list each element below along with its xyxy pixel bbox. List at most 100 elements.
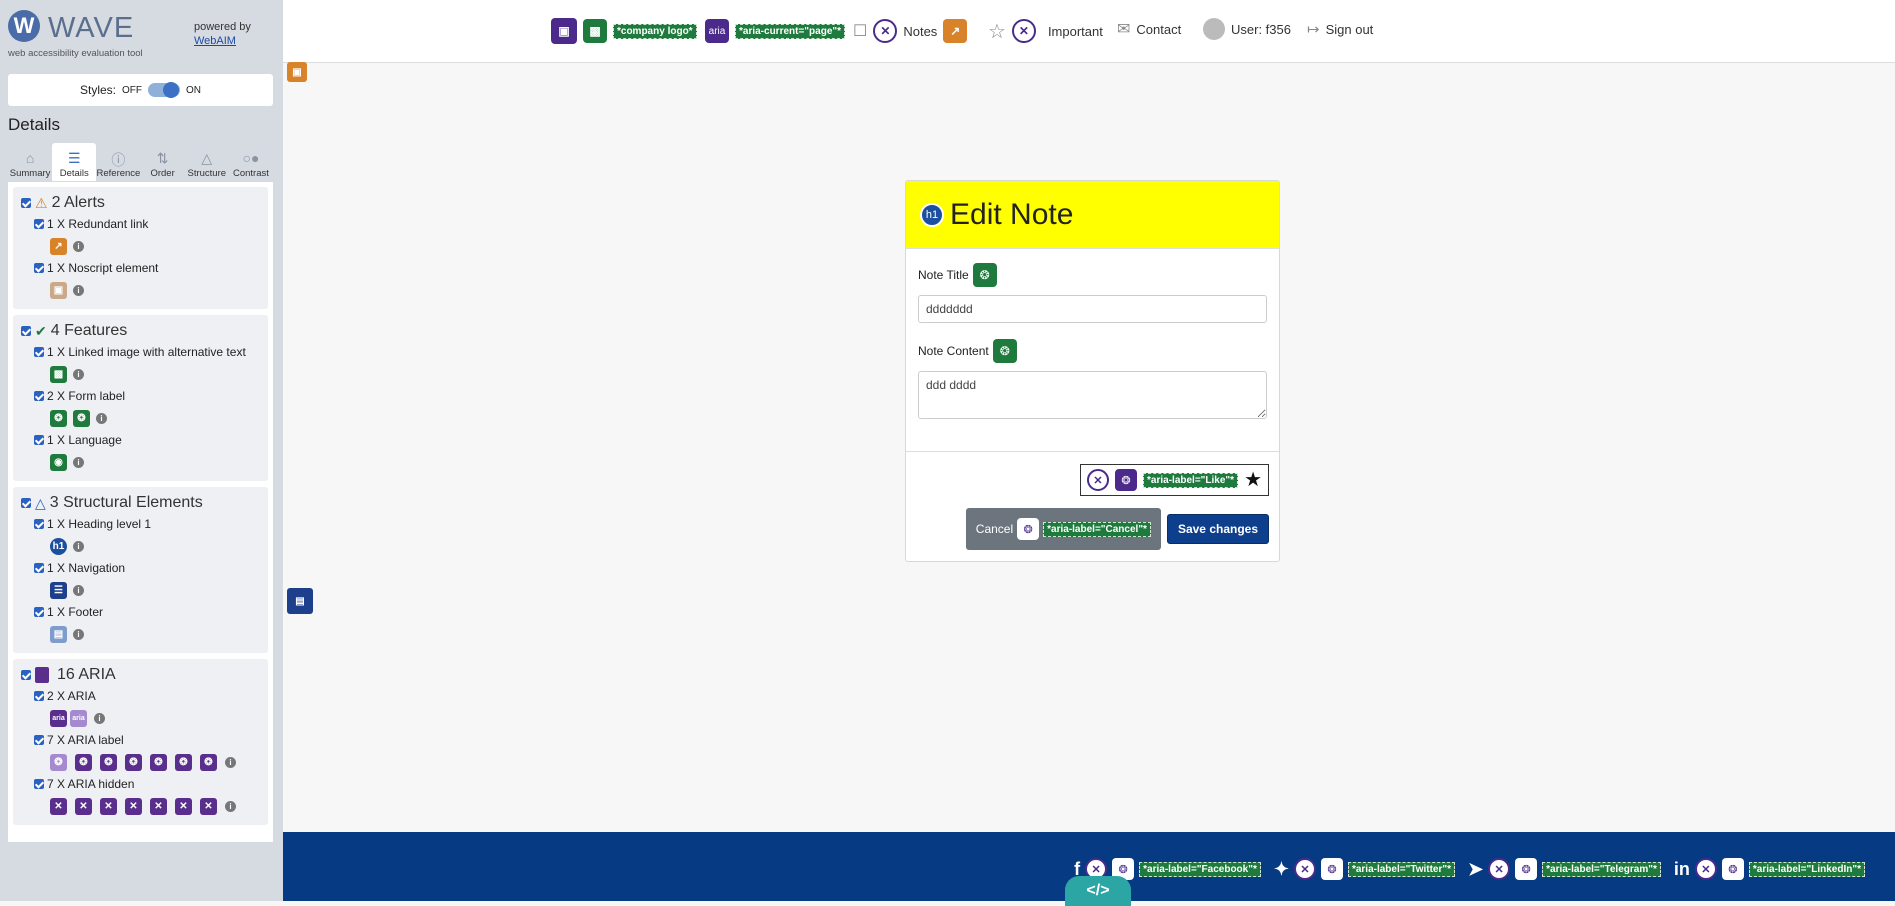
info-icon[interactable]: i xyxy=(225,800,236,812)
h1-icon[interactable]: h1 xyxy=(50,537,67,555)
noscript-icon[interactable]: ▣ xyxy=(50,281,67,299)
twitter-aria-tag: *aria-label="Twitter"* xyxy=(1347,861,1456,877)
nav-contact[interactable]: ✉ Contact xyxy=(1117,14,1181,44)
save-button[interactable]: Save changes xyxy=(1166,514,1269,544)
group-checkbox[interactable] xyxy=(21,670,31,680)
item-label: 1 X Heading level 1 xyxy=(47,517,152,531)
item-checkbox[interactable] xyxy=(34,519,44,529)
info-icon[interactable]: i xyxy=(73,540,84,552)
nav-sign-out-label: Sign out xyxy=(1325,21,1374,37)
aria-hidden-icon[interactable]: ✕ xyxy=(150,797,167,815)
info-icon[interactable]: i xyxy=(96,412,107,424)
info-icon[interactable]: i xyxy=(225,756,236,768)
item-checkbox[interactable] xyxy=(34,779,44,789)
aria-icon[interactable]: aria xyxy=(50,709,67,727)
aria-label-icon[interactable]: ❂ xyxy=(50,753,67,771)
language-icon[interactable]: ◉ xyxy=(50,453,67,471)
item-checkbox[interactable] xyxy=(34,263,44,273)
item-checkbox[interactable] xyxy=(34,735,44,745)
aria-hidden-icon[interactable]: ✕ xyxy=(125,797,142,815)
item-checkbox[interactable] xyxy=(34,607,44,617)
twitter-icon[interactable]: ✦ xyxy=(1274,859,1289,880)
card-header: h1 Edit Note xyxy=(906,181,1279,249)
form-label-icon: ❂ xyxy=(972,263,997,287)
aria-icon[interactable]: aria xyxy=(70,709,87,727)
note-title-label: Note Title xyxy=(918,268,969,282)
aria-label-icon[interactable]: ❂ xyxy=(150,753,167,771)
form-label-icon[interactable]: ❂ xyxy=(73,409,90,427)
styles-toggle[interactable] xyxy=(148,82,180,98)
aria-current-marker: aria *aria-current="page"* xyxy=(705,16,846,46)
note-title-input[interactable] xyxy=(918,295,1267,323)
item-checkbox[interactable] xyxy=(34,691,44,701)
aria-label-icon[interactable]: ❂ xyxy=(100,753,117,771)
alert-icon: ⚠ xyxy=(35,194,48,211)
group-title: 3 Structural Elements xyxy=(49,494,203,511)
info-icon[interactable]: i xyxy=(73,240,84,252)
aria-label-icon[interactable]: ❂ xyxy=(175,753,192,771)
aria-hidden-icon[interactable]: ✕ xyxy=(175,797,192,815)
tab-summary[interactable]: ⌂ Summary xyxy=(8,143,52,181)
linkedin-icon[interactable]: in xyxy=(1674,859,1690,880)
aria-label-icon[interactable]: ❂ xyxy=(125,753,142,771)
nav-notes[interactable]: ☐ ✕ Notes ↗ xyxy=(853,16,968,46)
group-checkbox[interactable] xyxy=(21,498,31,508)
facebook-aria-tag: *aria-label="Facebook"* xyxy=(1139,861,1261,877)
cancel-button[interactable]: Cancel ❂ *aria-label="Cancel"* xyxy=(965,508,1161,550)
list-item: 1 X Language ◉ i xyxy=(34,431,264,475)
linked-image-icon: ▩ xyxy=(583,19,607,43)
tab-label: Summary xyxy=(9,168,51,179)
star-icon: ★ xyxy=(1244,469,1262,491)
note-content-textarea[interactable]: ddd dddd xyxy=(918,371,1267,419)
item-checkbox[interactable] xyxy=(34,435,44,445)
tab-order[interactable]: ⇅ Order xyxy=(141,143,185,181)
nav-important[interactable]: ☆ ✕ Important xyxy=(988,16,1103,46)
aria-hidden-icon[interactable]: ✕ xyxy=(100,797,117,815)
nav-sign-out[interactable]: ↦ Sign out xyxy=(1307,14,1373,44)
redundant-link-icon[interactable]: ↗ xyxy=(50,237,67,255)
item-label: 1 X Footer xyxy=(47,605,104,619)
telegram-icon[interactable]: ➤ xyxy=(1468,859,1483,880)
list-item: 1 X Navigation ☰ i xyxy=(34,559,264,603)
item-checkbox[interactable] xyxy=(34,391,44,401)
group-title: 16 ARIA xyxy=(57,666,116,683)
noscript-icon[interactable]: ▣ xyxy=(287,62,307,82)
card-footer: ✕ ❂ *aria-label="Like"* ★ Cancel ❂ *aria… xyxy=(906,451,1279,550)
aria-hidden-icon[interactable]: ✕ xyxy=(50,797,67,815)
like-button[interactable]: ✕ ❂ *aria-label="Like"* ★ xyxy=(1080,464,1269,496)
group-checkbox[interactable] xyxy=(21,326,31,336)
list-item: 1 X Redundant link ↗ i xyxy=(34,215,264,259)
info-icon[interactable]: i xyxy=(94,712,105,724)
footer-icon[interactable]: ▤ xyxy=(287,588,313,614)
form-label-icon[interactable]: ❂ xyxy=(50,409,67,427)
aria-hidden-icon[interactable]: ✕ xyxy=(200,797,217,815)
info-icon[interactable]: i xyxy=(73,284,84,296)
code-toggle-button[interactable]: </> xyxy=(1065,876,1131,906)
webaim-link[interactable]: WebAIM xyxy=(194,35,236,47)
group-checkbox[interactable] xyxy=(21,198,31,208)
item-checkbox[interactable] xyxy=(34,347,44,357)
list-item: 2 X ARIA aria aria i xyxy=(34,687,264,731)
linked-image-icon[interactable]: ▩ xyxy=(50,365,67,383)
page-main: ▣ ▩ *company logo* aria *aria-current="p… xyxy=(283,0,1895,906)
tab-structure[interactable]: △ Structure xyxy=(185,143,229,181)
company-logo-link[interactable]: ▣ ▩ *company logo* xyxy=(551,16,697,46)
info-icon[interactable]: i xyxy=(73,584,84,596)
tab-contrast[interactable]: ○● Contrast xyxy=(229,143,273,181)
tab-reference[interactable]: ⓘ Reference xyxy=(96,143,141,181)
info-icon[interactable]: i xyxy=(73,368,84,380)
footer-icon[interactable]: ▤ xyxy=(50,625,67,643)
navigation-icon[interactable]: ☰ xyxy=(50,581,67,599)
contrast-icon: ○● xyxy=(242,150,260,166)
redundant-link-icon: ↗ xyxy=(943,19,968,43)
item-checkbox[interactable] xyxy=(34,219,44,229)
info-icon[interactable]: i xyxy=(73,628,84,640)
aria-label-icon[interactable]: ❂ xyxy=(75,753,92,771)
item-checkbox[interactable] xyxy=(34,563,44,573)
aria-hidden-icon[interactable]: ✕ xyxy=(75,797,92,815)
nav-user[interactable]: User: f356 xyxy=(1203,14,1291,44)
info-icon[interactable]: i xyxy=(73,456,84,468)
tab-details[interactable]: ☰ Details xyxy=(52,143,97,181)
aria-label-icon[interactable]: ❂ xyxy=(200,753,217,771)
home-icon: ⌂ xyxy=(25,150,35,166)
